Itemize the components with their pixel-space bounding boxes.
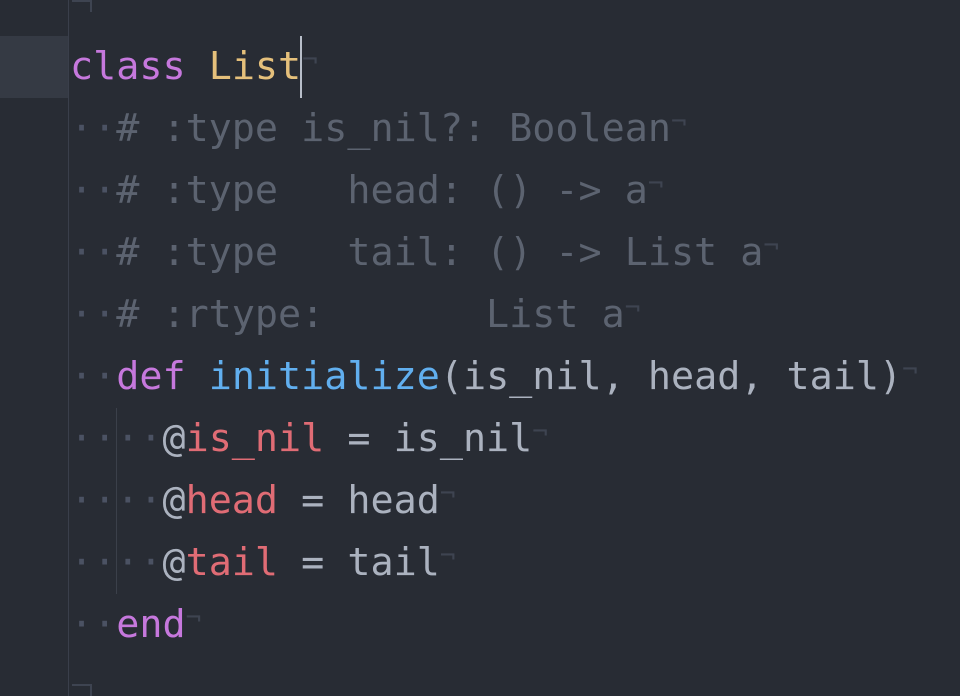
whitespace-marker: ···· [70,416,163,461]
code-line[interactable]: ··# :type is_nil?: Boolean¬ [70,98,687,160]
code-line[interactable]: ····@is_nil = is_nil¬ [70,408,548,470]
whitespace-marker: ···· [70,540,163,585]
code-token: = head [278,478,440,523]
active-line-gutter-highlight [0,36,68,98]
code-token: # :type is_nil?: Boolean [116,106,671,151]
code-token: List [208,44,302,89]
code-editor[interactable]: class List¬ ··# :type is_nil?: Boolean¬ ··… [70,0,960,696]
code-line[interactable]: ··def initialize(is_nil, head, tail)¬ [70,346,918,408]
whitespace-marker: ·· [70,230,117,275]
code-token: = tail [278,540,440,585]
code-line[interactable]: ··end¬ [70,594,201,656]
code-token: # :type head: () -> a [116,168,648,213]
end-of-line-marker: ¬ [902,355,918,385]
end-of-line-marker: ¬ [302,45,318,75]
whitespace-marker: ·· [70,354,117,399]
line-gutter [0,0,69,696]
whitespace-marker: ·· [70,168,117,213]
code-token: def [116,354,186,399]
end-of-line-marker: ¬ [647,169,664,199]
code-token: is_nil [185,416,325,461]
code-token: # :type tail: () -> List a [116,230,764,275]
code-token: @ [162,540,186,585]
code-line[interactable]: ····@head = head¬ [70,470,455,532]
code-token: # :rtype: List a [116,292,625,337]
end-of-line-marker: ¬ [532,417,548,447]
whitespace-marker: ·· [70,106,117,151]
code-token: initialize [208,354,440,399]
code-token: @ [162,478,186,523]
code-line[interactable]: ····@tail = tail¬ [70,532,455,594]
code-line[interactable]: class List¬ [70,36,318,98]
code-token: @ [162,416,186,461]
code-token: (is_nil, head, tail) [439,354,903,399]
end-of-line-marker: ¬ [624,293,641,323]
end-of-line-marker: ¬ [439,541,456,571]
whitespace-marker: ·· [70,602,117,647]
whitespace-marker: ·· [70,292,117,337]
code-line[interactable]: ··# :type head: () -> a¬ [70,160,664,222]
end-of-line-marker: ¬ [763,231,780,261]
code-token: head [185,478,279,523]
end-of-line-marker: ¬ [439,479,456,509]
code-token: class [70,44,186,89]
end-of-line-marker: ¬ [185,603,202,633]
code-token: tail [185,540,279,585]
end-of-line-marker: ¬ [670,107,687,137]
code-line[interactable]: ··# :rtype: List a¬ [70,284,640,346]
code-line[interactable]: ··# :type tail: () -> List a¬ [70,222,779,284]
code-token: end [116,602,186,647]
code-token: = is_nil [324,416,533,461]
whitespace-marker: ···· [70,478,163,523]
